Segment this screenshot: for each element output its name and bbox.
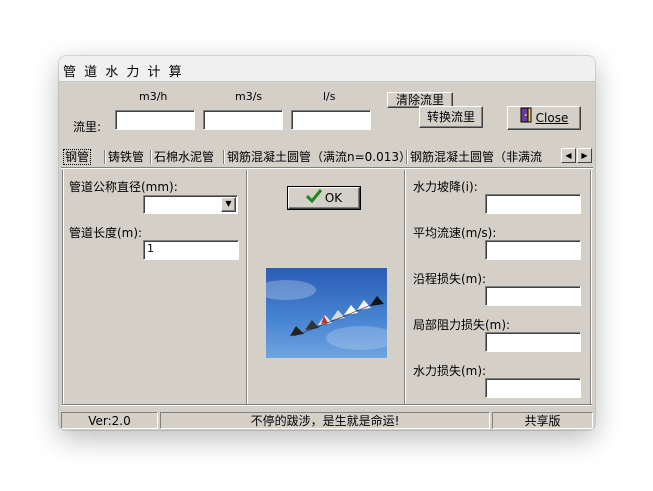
close-button-label: Close (535, 111, 569, 125)
status-message: 不停的跋涉，是生就是命运! (160, 412, 490, 429)
tab-scroll-left-button[interactable]: ◀ (561, 148, 576, 163)
total-loss-output[interactable] (485, 378, 581, 398)
slope-label: 水力坡降(i): (413, 180, 478, 194)
length-label: 管道长度(m): (69, 226, 143, 240)
status-license: 共享版 (492, 412, 593, 429)
local-loss-output[interactable] (485, 332, 581, 352)
tab-asbestos-cement-pipe[interactable]: 石棉水泥管 (151, 148, 217, 166)
check-icon (305, 188, 322, 209)
tab-strip-line (61, 167, 593, 169)
velocity-label: 平均流速(m/s): (413, 226, 497, 240)
diameter-label: 管道公称直径(mm): (69, 180, 178, 194)
status-version: Ver:2.0 (61, 412, 158, 429)
friction-loss-label: 沿程损失(m): (413, 272, 487, 286)
ok-button[interactable]: OK (287, 186, 361, 210)
chevron-down-icon[interactable]: ▼ (221, 197, 236, 212)
tab-label: 钢管 (63, 149, 92, 165)
flow-label: 流里: (73, 120, 102, 134)
flow-m3h-input[interactable] (115, 110, 195, 130)
unit-label-m3h: m3/h (139, 90, 168, 103)
length-input[interactable]: 1 (143, 240, 239, 260)
door-icon (520, 107, 532, 130)
local-loss-label: 局部阻力损失(m): (413, 318, 511, 332)
tab-scroll-right-button[interactable]: ▶ (577, 148, 592, 163)
convert-flow-button[interactable]: 转换流里 (419, 106, 483, 128)
flow-ls-input[interactable] (291, 110, 371, 130)
tab-cast-iron-pipe[interactable]: 铸铁管 (105, 148, 147, 166)
tab-rc-pipe-full[interactable]: 钢筋混凝土圆管（满流n=0.013） (224, 148, 414, 166)
ok-button-label: OK (324, 191, 343, 205)
flow-m3s-input[interactable] (203, 110, 283, 130)
title-bar: 管 道 水 力 计 算 (59, 56, 595, 82)
kites-sky-image (256, 268, 396, 358)
window-title: 管 道 水 力 计 算 (63, 65, 184, 80)
app-window: 管 道 水 力 计 算 m3/h m3/s l/s 流里: 清除流里 转换流里 … (59, 56, 595, 430)
unit-label-m3s: m3/s (235, 90, 263, 103)
diameter-select[interactable]: ▼ (143, 195, 238, 214)
slope-output[interactable] (485, 194, 581, 214)
velocity-output[interactable] (485, 240, 581, 260)
close-button[interactable]: Close (507, 106, 581, 130)
tab-rc-pipe-partial[interactable]: 钢筋混凝土圆管（非满流n=0 (407, 148, 565, 166)
tab-steel-pipe[interactable]: 钢管 (60, 148, 94, 166)
unit-label-ls: l/s (323, 90, 336, 103)
friction-loss-output[interactable] (485, 286, 581, 306)
total-loss-label: 水力损失(m): (413, 364, 487, 378)
